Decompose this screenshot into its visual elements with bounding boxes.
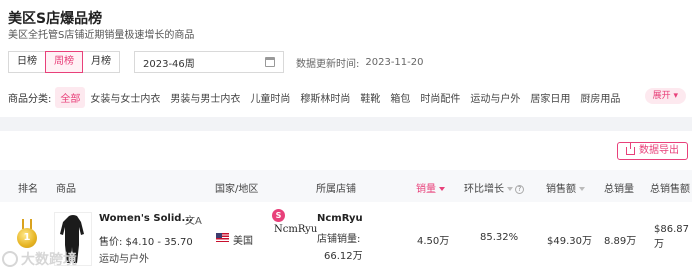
header-growth-label: 环比增长: [464, 184, 504, 195]
category-muslim[interactable]: 穆斯林时尚: [295, 87, 355, 108]
translate-icon[interactable]: 文A: [185, 212, 202, 227]
header-sales[interactable]: 销量: [416, 180, 445, 195]
header-revenue-label: 销售额: [546, 184, 576, 195]
section-divider: [0, 117, 692, 131]
category-mens[interactable]: 男装与男士内衣: [165, 87, 245, 108]
header-sales-label: 销量: [416, 184, 436, 195]
header-region: 国家/地区: [215, 184, 259, 195]
update-time-label: 数据更新时间:: [296, 58, 360, 70]
sort-desc-icon: [439, 187, 445, 191]
shop-logo-icon: S: [272, 209, 285, 222]
category-home[interactable]: 居家日用: [525, 87, 575, 108]
header-revenue[interactable]: 销售额: [546, 180, 585, 195]
export-label: 数据导出: [639, 145, 679, 156]
update-time-value: 2023-11-20: [365, 56, 424, 68]
category-shoes[interactable]: 鞋靴: [355, 87, 385, 108]
total-sales-value: 8.89万: [604, 236, 637, 247]
gold-medal-icon: 1: [17, 228, 37, 248]
country-name: 美国: [233, 236, 253, 247]
export-icon: [626, 143, 635, 155]
category-accessories[interactable]: 时尚配件: [415, 87, 465, 108]
product-price: 售价: $4.10 - 35.70: [99, 237, 193, 248]
shop-name[interactable]: NcmRyu: [317, 213, 363, 224]
shop-sales-label: 店铺销量:: [317, 234, 361, 245]
date-picker-value: 2023-46周: [143, 58, 195, 70]
header-shop: 所属店铺: [316, 184, 356, 195]
category-bags[interactable]: 箱包: [385, 87, 415, 108]
expand-categories-button[interactable]: 展开 ▾: [644, 88, 686, 104]
help-icon: ?: [515, 184, 524, 194]
watermark-logo-icon: [2, 251, 18, 267]
chevron-down-icon: ▾: [673, 91, 678, 101]
header-product: 商品: [56, 184, 76, 195]
revenue-value: $49.30万: [547, 236, 592, 247]
sort-icon: [507, 187, 513, 191]
watermark-text: 大数跨境: [21, 252, 77, 268]
calendar-icon: [265, 57, 275, 67]
category-sports[interactable]: 运动与户外: [465, 87, 525, 108]
page-title: 美区S店爆品榜: [8, 11, 103, 27]
total-revenue-value: $86.87 万: [654, 222, 689, 252]
tab-weekly[interactable]: 周榜: [45, 51, 83, 73]
total-revenue-unit: 万: [654, 239, 664, 250]
category-kids[interactable]: 儿童时尚: [245, 87, 295, 108]
period-selector: 日榜 周榜 月榜 2023-46周 数据更新时间: 2023-11-20: [8, 51, 424, 73]
shop-logo-text: NcmRyu: [274, 224, 318, 235]
category-kitchen[interactable]: 厨房用品: [575, 87, 625, 108]
sales-value: 4.50万: [417, 236, 450, 247]
table-row[interactable]: 1 Women's Solid... 文A 售价: $4.10 - 35.70 …: [0, 202, 692, 273]
category-filter: 商品分类: 全部 女装与女士内衣 男装与男士内衣 儿童时尚 穆斯林时尚 鞋靴 箱…: [8, 86, 688, 108]
product-name[interactable]: Women's Solid...: [99, 213, 193, 224]
header-rank: 排名: [18, 184, 38, 195]
us-flag-icon: [216, 233, 229, 242]
growth-value: 85.32%: [480, 232, 519, 243]
total-revenue-amount: $86.87: [654, 224, 689, 235]
header-growth[interactable]: 环比增长?: [464, 180, 524, 195]
product-category: 运动与户外: [99, 254, 149, 265]
week-date-picker[interactable]: 2023-46周: [134, 51, 284, 73]
export-data-button[interactable]: 数据导出: [617, 142, 688, 160]
expand-label: 展开: [652, 91, 671, 101]
header-total-sales: 总销量: [604, 184, 634, 195]
tab-monthly[interactable]: 月榜: [82, 51, 120, 73]
category-label: 商品分类:: [8, 93, 52, 105]
tab-daily[interactable]: 日榜: [8, 51, 46, 73]
category-womens[interactable]: 女装与女士内衣: [85, 87, 165, 108]
table-header: 排名 商品 国家/地区 所属店铺 销量 环比增长? 销售额 总销量 总销售额: [0, 170, 692, 202]
sort-icon: [579, 187, 585, 191]
category-all[interactable]: 全部: [55, 86, 86, 108]
watermark: 大数跨境: [2, 249, 77, 269]
shop-sales-value: 66.12万: [324, 251, 363, 262]
page-subtitle: 美区全托管S店铺近期销量极速增长的商品: [8, 30, 195, 41]
header-total-revenue: 总销售额: [650, 184, 690, 195]
